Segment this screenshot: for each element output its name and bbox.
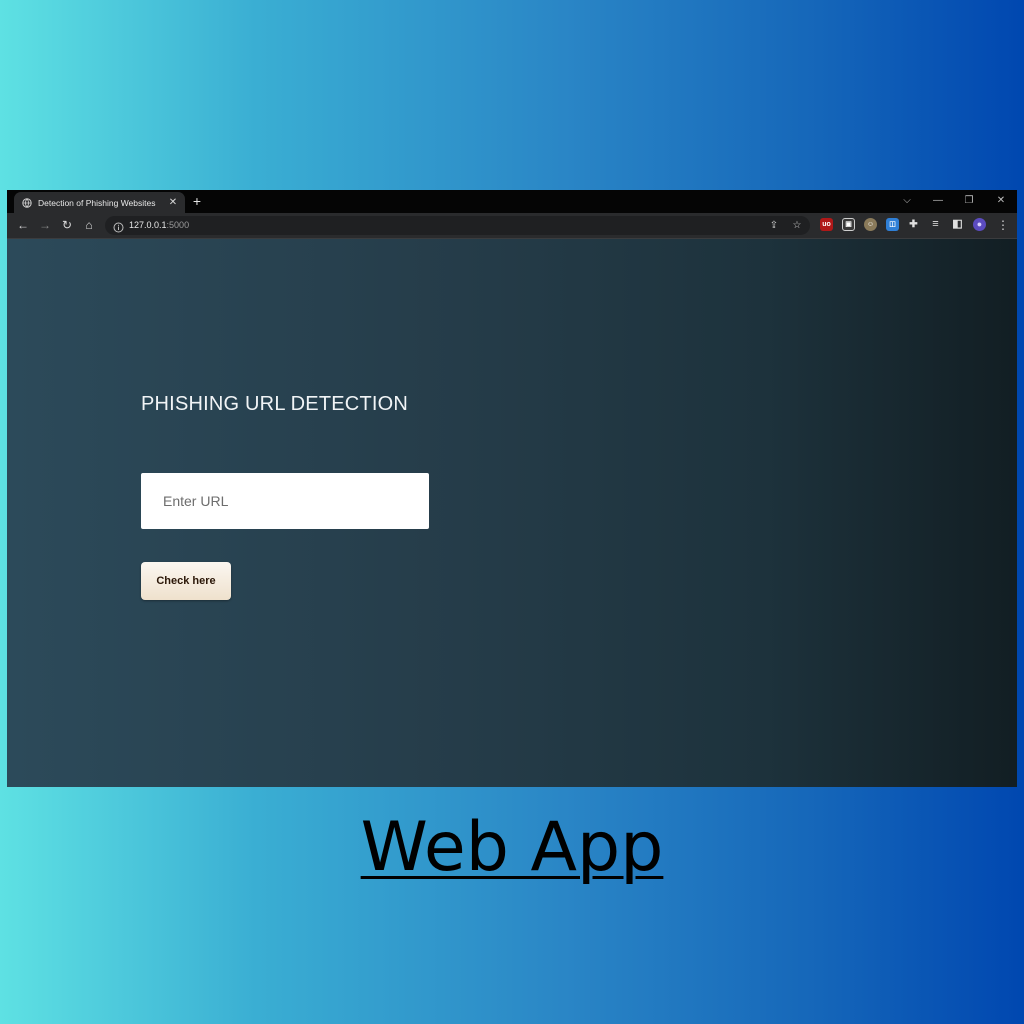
caption-title: Web App: [360, 808, 664, 887]
url-host: 127.0.0.1: [129, 220, 167, 230]
back-icon[interactable]: ←: [15, 217, 31, 233]
browser-toolbar: ← → ↻ ⌂ 127.0.0.1:5000 ⇪ ☆ uo ▣ ☺ ◫ ✚ ≡ …: [7, 213, 1017, 239]
browser-tab[interactable]: Detection of Phishing Websites ✕: [14, 192, 185, 213]
browser-window: Detection of Phishing Websites ✕ + ⌵ — ❐…: [7, 190, 1017, 787]
title-bar: Detection of Phishing Websites ✕ + ⌵ — ❐…: [7, 190, 1017, 213]
share-icon[interactable]: ⇪: [767, 219, 781, 232]
new-tab-button[interactable]: +: [189, 193, 205, 209]
ublock-icon[interactable]: uo: [820, 218, 833, 231]
page-content: PHISHING URL DETECTION Check here: [7, 239, 1017, 787]
restore-icon[interactable]: ❐: [958, 193, 980, 209]
side-panel-icon[interactable]: ◧: [951, 218, 964, 231]
globe-icon: [22, 197, 32, 208]
forward-icon[interactable]: →: [37, 217, 53, 233]
address-url: 127.0.0.1:5000: [129, 219, 189, 232]
extensions-puzzle-icon[interactable]: ✚: [907, 218, 920, 231]
tab-title: Detection of Phishing Websites: [38, 197, 156, 208]
page-title: PHISHING URL DETECTION: [141, 393, 409, 415]
bookmark-star-icon[interactable]: ☆: [790, 219, 804, 232]
check-here-button[interactable]: Check here: [141, 562, 231, 600]
profile-avatar-icon[interactable]: ●: [973, 218, 986, 231]
reading-list-icon[interactable]: ≡: [929, 218, 942, 231]
url-input[interactable]: [141, 473, 429, 529]
translate-icon[interactable]: ◫: [886, 218, 899, 231]
reload-icon[interactable]: ↻: [59, 217, 75, 233]
url-port: :5000: [166, 220, 190, 230]
tab-search-icon[interactable]: ⌵: [896, 193, 918, 209]
address-bar[interactable]: 127.0.0.1:5000 ⇪ ☆: [105, 216, 810, 235]
menu-icon[interactable]: ⋮: [995, 217, 1011, 233]
home-icon[interactable]: ⌂: [81, 217, 97, 233]
window-close-icon[interactable]: ✕: [990, 193, 1012, 209]
minimize-icon[interactable]: —: [927, 193, 949, 209]
close-tab-icon[interactable]: ✕: [167, 197, 179, 209]
info-icon[interactable]: [113, 220, 124, 233]
screen-capture-icon[interactable]: ▣: [842, 218, 855, 231]
face-extension-icon[interactable]: ☺: [864, 218, 877, 231]
